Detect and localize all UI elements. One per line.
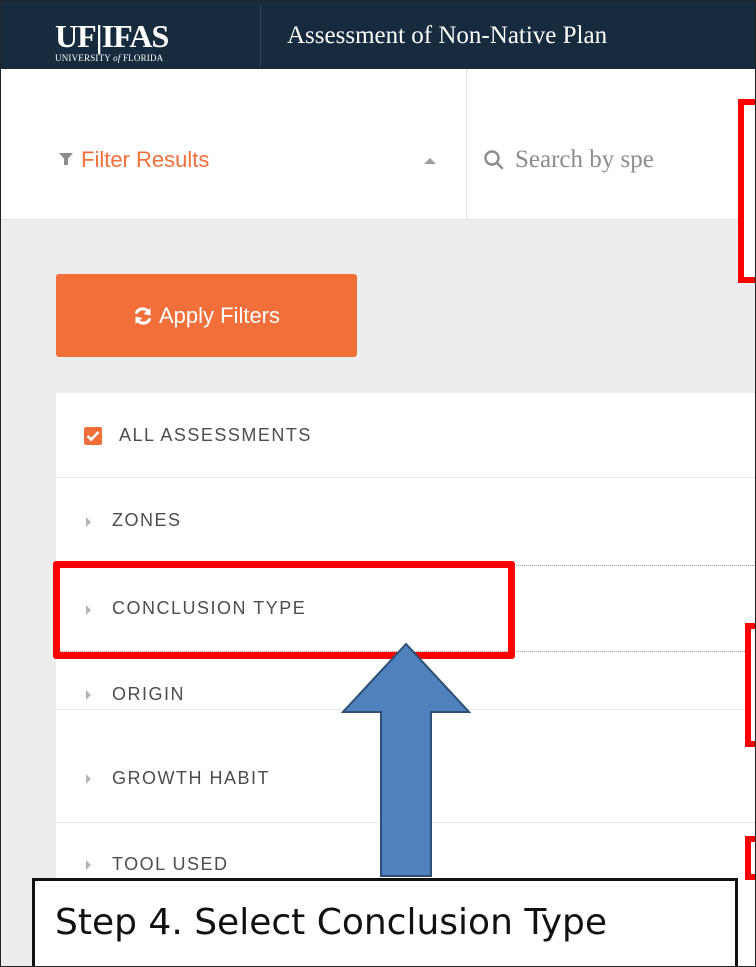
- checkmark-icon: [86, 431, 100, 442]
- top-header: UF|IFAS UNIVERSITY of FLORIDA Assessment…: [1, 1, 755, 69]
- step-callout-text: Step 4. Select Conclusion Type: [55, 902, 608, 943]
- filter-section-label: ORIGIN: [112, 684, 186, 704]
- caret-up-icon: [424, 158, 436, 164]
- screenshot-frame: UF|IFAS UNIVERSITY of FLORIDA Assessment…: [0, 0, 756, 967]
- header-divider: [260, 5, 261, 67]
- filter-results-toggle[interactable]: Filter Results: [1, 69, 467, 219]
- step-callout: Step 4. Select Conclusion Type: [32, 878, 738, 966]
- highlight-box-search: [738, 99, 755, 283]
- filter-search-bar: Filter Results: [1, 69, 755, 220]
- logo-sub-florida: FLORIDA: [120, 53, 164, 63]
- highlight-box-results: [745, 623, 755, 747]
- filter-results-label: Filter Results: [81, 147, 210, 172]
- apply-filters-label: Apply Filters: [158, 303, 281, 328]
- filter-section-label: ZONES: [112, 510, 182, 530]
- caret-right-icon: [86, 690, 91, 700]
- highlight-box-bottom: [745, 836, 755, 880]
- caret-right-icon: [86, 517, 91, 527]
- app-title: Assessment of Non-Native Plan: [287, 22, 608, 49]
- apply-filters-button[interactable]: Apply Filters: [56, 274, 357, 357]
- search-icon: [484, 150, 504, 170]
- filter-section-label: TOOL USED: [112, 854, 229, 874]
- caret-right-icon: [86, 774, 91, 784]
- filter-section-label: GROWTH HABIT: [112, 768, 270, 788]
- funnel-icon-stem: [64, 159, 68, 165]
- all-assessments-checkbox[interactable]: [84, 427, 102, 445]
- up-arrow-icon: [341, 642, 471, 877]
- filter-section-zones[interactable]: ZONES: [56, 478, 755, 566]
- all-assessments-label: ALL ASSESSMENTS: [119, 425, 312, 445]
- refresh-icon: [134, 307, 151, 325]
- all-assessments-row[interactable]: ALL ASSESSMENTS: [56, 393, 755, 478]
- uf-ifas-logo[interactable]: UF|IFAS UNIVERSITY of FLORIDA: [55, 18, 231, 65]
- species-search-input[interactable]: [515, 141, 755, 179]
- caret-right-icon: [86, 860, 91, 870]
- logo-subtitle: UNIVERSITY of FLORIDA: [55, 52, 231, 64]
- logo-sub-of: of: [113, 53, 121, 63]
- logo-wordmark: UF|IFAS: [55, 18, 169, 54]
- search-area: [467, 69, 755, 219]
- logo-sub-university: UNIVERSITY: [55, 53, 114, 63]
